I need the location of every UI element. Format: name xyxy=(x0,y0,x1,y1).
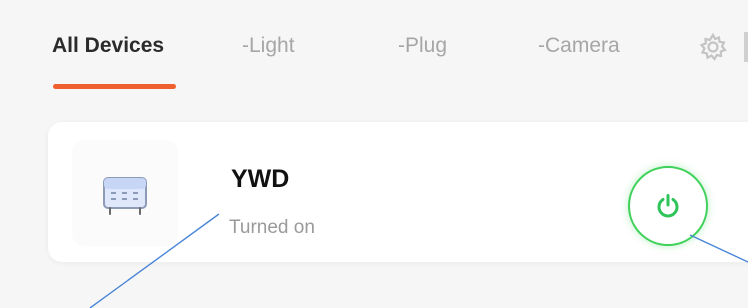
device-thumbnail xyxy=(72,140,178,246)
tab-all-devices[interactable]: All Devices xyxy=(52,34,164,58)
scroll-edge xyxy=(744,32,748,62)
tab-camera[interactable]: -Camera xyxy=(538,34,620,58)
tab-light[interactable]: -Light xyxy=(242,34,295,58)
active-tab-indicator xyxy=(53,84,176,89)
device-name: YWD xyxy=(231,165,290,193)
tab-plug[interactable]: -Plug xyxy=(398,34,447,58)
gear-icon[interactable] xyxy=(698,32,728,62)
power-button[interactable] xyxy=(628,166,708,246)
device-card[interactable]: YWD Turned on xyxy=(48,122,748,262)
heater-icon xyxy=(103,177,147,215)
device-category-tabs: All Devices -Light -Plug -Camera xyxy=(0,0,748,100)
power-icon xyxy=(657,194,679,218)
device-status: Turned on xyxy=(229,217,315,238)
